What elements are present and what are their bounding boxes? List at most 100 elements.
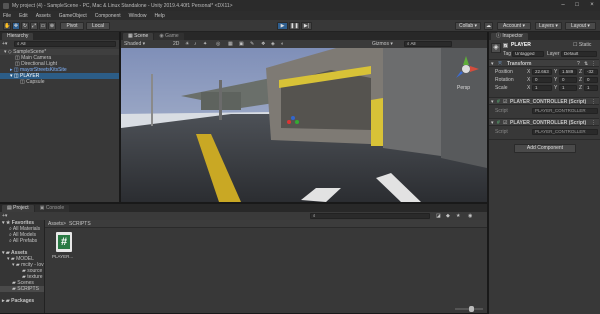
scale-z-field[interactable]: 1 bbox=[584, 85, 598, 91]
local-toggle[interactable]: Local bbox=[86, 22, 110, 30]
tab-project[interactable]: ▤ Project bbox=[2, 205, 34, 212]
tab-game[interactable]: ◉ Game bbox=[154, 33, 184, 40]
component-2-header[interactable]: ▾ # ☑ PLAYER_CONTROLLER (Script) ⋮ bbox=[489, 118, 599, 126]
search-icon: ⌕ bbox=[17, 41, 20, 46]
menu-window[interactable]: Window bbox=[129, 13, 147, 19]
lighting-icon[interactable]: ☀ bbox=[185, 41, 193, 47]
effects-icon[interactable]: ✦ bbox=[203, 41, 211, 47]
hidden-packages-icon[interactable]: ◉ bbox=[468, 213, 480, 219]
maximize-icon[interactable]: □ bbox=[570, 1, 584, 10]
position-y-field[interactable]: 1.589 bbox=[559, 69, 577, 75]
shading-dropdown[interactable]: Shaded ▾ bbox=[122, 41, 150, 47]
transform-menu-icon[interactable]: ⋮ bbox=[591, 61, 596, 67]
gizmo-z bbox=[291, 116, 295, 120]
tree-packages[interactable]: ▸ ▰ Packages bbox=[0, 298, 34, 304]
create-dropdown[interactable]: +▾ bbox=[2, 41, 10, 47]
close-icon[interactable]: × bbox=[585, 1, 599, 10]
tree-scripts[interactable]: ▰ SCRIPTS bbox=[0, 286, 44, 292]
scene-panel: ▦ Scene ◉ Game Shaded ▾ 2D ☀ ♪ ✦ ◎ ▦ ▣ ✎… bbox=[121, 32, 487, 202]
project-search-input[interactable]: ⌕ bbox=[310, 213, 430, 219]
menu-component[interactable]: Component bbox=[95, 13, 121, 19]
rotation-y-field[interactable]: 0 bbox=[559, 77, 577, 83]
scene-search-input[interactable]: ⌕ All bbox=[404, 41, 452, 47]
tools-icon[interactable]: ✎ bbox=[250, 41, 258, 47]
minimize-icon[interactable]: – bbox=[556, 1, 570, 10]
tag-dropdown[interactable]: Untagged bbox=[512, 51, 544, 57]
layer-dropdown[interactable]: Default bbox=[561, 51, 597, 57]
icon-size-slider-thumb[interactable] bbox=[469, 306, 474, 312]
component-2-checkbox[interactable]: ☑ bbox=[503, 120, 507, 126]
scale-tool-icon[interactable]: ⤢ bbox=[30, 22, 38, 30]
cloud-icon[interactable]: ☁ bbox=[484, 22, 493, 30]
scene-header: ▦ Scene ◉ Game bbox=[121, 32, 487, 40]
transform-header[interactable]: ▾ ⤧ Transform ? ⇅ ⋮ bbox=[489, 59, 599, 67]
play-button[interactable]: ▶ bbox=[277, 22, 288, 30]
account-dropdown[interactable]: Account ▾ bbox=[497, 22, 531, 30]
component-1-header[interactable]: ▾ # ☑ PLAYER_CONTROLLER (Script) ⋮ bbox=[489, 97, 599, 105]
transform-help-icon[interactable]: ? bbox=[577, 61, 580, 67]
pivot-toggle[interactable]: Pivot bbox=[60, 22, 84, 30]
hidden-objects-icon[interactable]: ◎ bbox=[216, 41, 224, 47]
audio-icon[interactable]: ♪ bbox=[194, 41, 202, 47]
transform-settings-icon[interactable]: ⇅ bbox=[584, 61, 588, 67]
project-create-dropdown[interactable]: +▾ bbox=[2, 213, 12, 219]
menu-help[interactable]: Help bbox=[154, 13, 164, 19]
layers-dropdown[interactable]: Layers ▾ bbox=[535, 22, 562, 30]
hierarchy-item-capsule[interactable]: ◫ Capsule bbox=[0, 79, 44, 85]
scene-viewport[interactable] bbox=[121, 48, 487, 202]
rotation-z-field[interactable]: 0 bbox=[584, 77, 598, 83]
component-1-menu-icon[interactable]: ⋮ bbox=[591, 99, 596, 105]
icon-size-slider[interactable] bbox=[455, 306, 483, 312]
breadcrumb-assets[interactable]: Assets bbox=[48, 221, 63, 227]
object-name[interactable]: PLAYER bbox=[511, 42, 531, 48]
hand-tool-icon[interactable]: ✋ bbox=[3, 22, 11, 30]
menu-assets[interactable]: Assets bbox=[36, 13, 51, 19]
step-button[interactable]: ▶| bbox=[301, 22, 312, 30]
transform-tool-icon[interactable]: ⊕ bbox=[48, 22, 56, 30]
tab-console[interactable]: ▣ Console bbox=[34, 205, 70, 212]
filter-type-icon[interactable]: ◪ bbox=[436, 213, 444, 219]
orientation-gizmo[interactable] bbox=[451, 54, 481, 84]
component-1-checkbox[interactable]: ☑ bbox=[503, 99, 507, 105]
rotation-x-field[interactable]: 0 bbox=[532, 77, 552, 83]
scale-x-field[interactable]: 1 bbox=[532, 85, 552, 91]
filter-label-icon[interactable]: ◆ bbox=[446, 213, 454, 219]
rotate-tool-icon[interactable]: ↻ bbox=[21, 22, 29, 30]
breadcrumb-scripts[interactable]: SCRIPTS bbox=[69, 221, 91, 227]
position-z-field[interactable]: -32 bbox=[584, 69, 598, 75]
active-checkbox[interactable]: ✓ bbox=[503, 43, 508, 48]
component-1-script-field[interactable]: PLAYER_CONTROLLER bbox=[532, 108, 598, 114]
gizmos-dropdown[interactable]: Gizmos ▾ bbox=[372, 41, 402, 47]
script-file-icon: # bbox=[56, 232, 72, 252]
tab-inspector[interactable]: ⓘ Inspector bbox=[491, 33, 528, 40]
tree-divider[interactable] bbox=[44, 220, 45, 313]
camera-icon[interactable]: ▣ bbox=[239, 41, 247, 47]
menu-gameobject[interactable]: GameObject bbox=[59, 13, 87, 19]
view-options-icon[interactable]: ◈ bbox=[271, 41, 279, 47]
position-x-field[interactable]: 22.663 bbox=[532, 69, 552, 75]
static-toggle[interactable]: ☐ Static bbox=[573, 42, 591, 48]
rotation-z-label: Z bbox=[579, 77, 583, 83]
render-icon[interactable]: ◐ bbox=[281, 41, 289, 47]
hierarchy-search-input[interactable]: ⌕ All bbox=[14, 41, 116, 47]
move-tool-icon[interactable]: ✥ bbox=[12, 22, 20, 30]
rect-tool-icon[interactable]: ▭ bbox=[39, 22, 47, 30]
tab-scene[interactable]: ▦ Scene bbox=[123, 33, 154, 40]
favorite-star-icon[interactable]: ★ bbox=[456, 213, 464, 219]
script-asset[interactable]: # PLAYER... bbox=[52, 232, 78, 264]
layers-toggle-icon[interactable]: ❖ bbox=[261, 41, 269, 47]
menu-edit[interactable]: Edit bbox=[19, 13, 28, 19]
scale-y-field[interactable]: 1 bbox=[559, 85, 577, 91]
collab-button[interactable]: Collab ▾ bbox=[455, 22, 481, 30]
component-2-menu-icon[interactable]: ⋮ bbox=[591, 120, 596, 126]
layout-dropdown[interactable]: Layout ▾ bbox=[565, 22, 596, 30]
menu-file[interactable]: File bbox=[3, 13, 11, 19]
add-component-button[interactable]: Add Component bbox=[514, 144, 576, 153]
grid-icon[interactable]: ▦ bbox=[228, 41, 236, 47]
persp-label[interactable]: Persp bbox=[457, 85, 470, 91]
component-2-script-field[interactable]: PLAYER_CONTROLLER bbox=[532, 129, 598, 135]
tab-hierarchy[interactable]: Hierarchy bbox=[2, 33, 34, 40]
pause-button[interactable]: ❚❚ bbox=[289, 22, 300, 30]
tree-all-prefabs[interactable]: ⌕ All Prefabs bbox=[0, 238, 37, 244]
2d-toggle[interactable]: 2D bbox=[173, 41, 183, 47]
